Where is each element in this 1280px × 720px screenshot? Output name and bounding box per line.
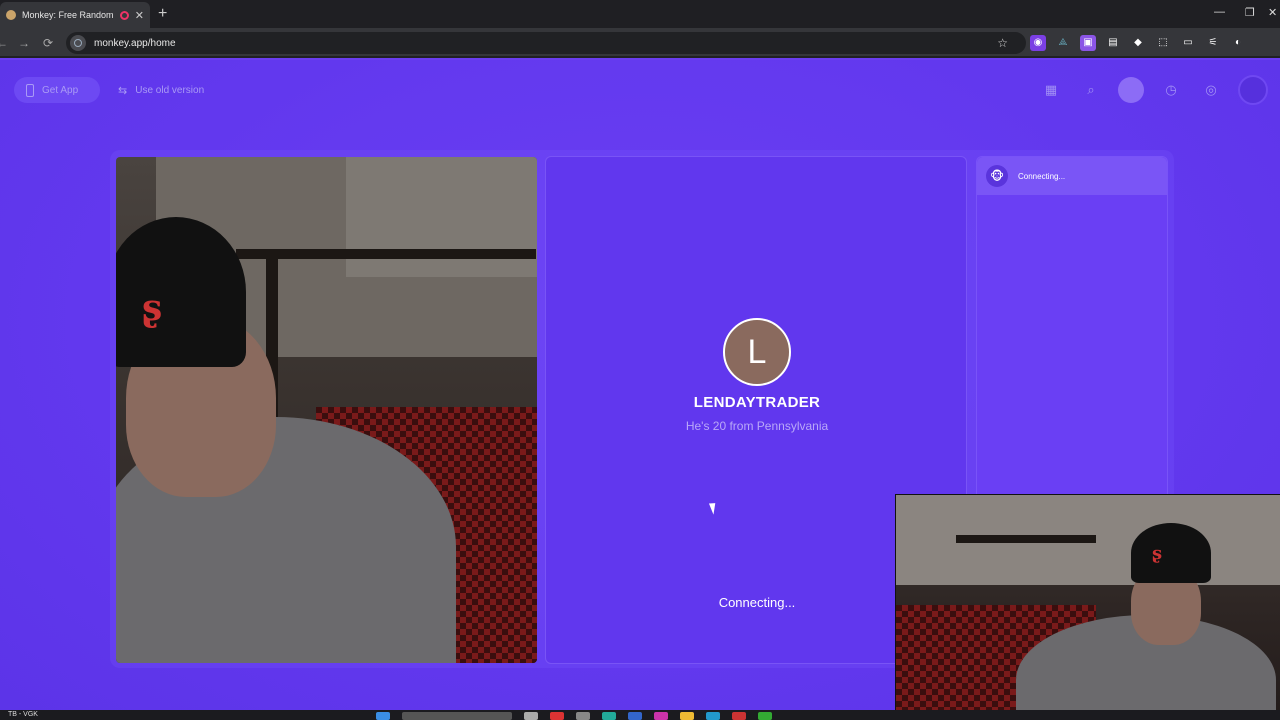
taskbar-search[interactable] — [402, 712, 512, 720]
new-tab-button[interactable]: + — [158, 5, 167, 23]
partner-avatar[interactable]: L — [723, 318, 791, 386]
monkey-favicon-icon — [6, 10, 16, 20]
monkey-icon: 🐵 — [986, 165, 1008, 187]
partner-info: He's 20 from Pennsylvania — [685, 419, 829, 433]
get-app-label: Get App — [42, 84, 79, 96]
app-icon[interactable] — [680, 712, 694, 720]
bookmark-star-icon[interactable]: ☆ — [997, 36, 1008, 50]
side-panel-icon[interactable]: ▭ — [1180, 35, 1196, 51]
top-nav-icons: ▦ ⌕ ◷ ◎ — [1038, 75, 1268, 105]
app-icon[interactable] — [758, 712, 772, 720]
recording-icon — [119, 10, 129, 20]
app-icon[interactable] — [576, 712, 590, 720]
minimize-button[interactable]: — — [1214, 6, 1225, 18]
close-window-button[interactable]: ✕ — [1268, 6, 1277, 19]
tab-close-icon[interactable]: ✕ — [135, 9, 144, 22]
address-bar[interactable]: monkey.app/home ☆ — [66, 32, 1026, 54]
os-taskbar: TB - VGK — [0, 710, 1280, 720]
app-icon[interactable] — [706, 712, 720, 720]
browser-toolbar: ← → ⟳ monkey.app/home ☆ ◉ ⟁ ▣ ▤ ◆ ⬚ ▭ ⚟ … — [0, 28, 1280, 58]
taskbar-icons — [376, 712, 772, 720]
url-text[interactable]: monkey.app/home — [94, 38, 176, 49]
site-info-icon[interactable] — [70, 35, 86, 51]
restore-button[interactable]: ❐ — [1245, 6, 1255, 19]
history-icon[interactable]: ◷ — [1158, 77, 1184, 103]
partner-username: LENDAYTRADER — [693, 394, 821, 411]
get-app-button[interactable]: Get App — [14, 77, 100, 103]
chat-header: 🐵 Connecting... — [977, 157, 1167, 195]
sf-logo-icon: ʂ — [1152, 543, 1163, 564]
browser-tab[interactable]: Monkey: Free Random Vide ✕ — [0, 2, 150, 28]
search-icon[interactable]: ⌕ — [1078, 77, 1104, 103]
sf-logo-icon: ʂ — [142, 287, 163, 329]
twitch-extension-icon[interactable]: ▣ — [1080, 35, 1096, 51]
extension-icon[interactable]: ▤ — [1105, 35, 1121, 51]
start-icon[interactable] — [376, 712, 390, 720]
taskbar-label: TB - VGK — [8, 711, 38, 718]
swap-icon: ⇆ — [118, 84, 128, 97]
app-icon[interactable] — [524, 712, 538, 720]
shop-icon[interactable]: ▦ — [1038, 77, 1064, 103]
app-icon[interactable] — [550, 712, 564, 720]
reload-button[interactable]: ⟳ — [43, 36, 53, 50]
profile-icon[interactable]: ◐ — [1230, 35, 1246, 51]
messages-icon[interactable]: ◎ — [1198, 77, 1224, 103]
app-icon[interactable] — [602, 712, 616, 720]
extension-icon[interactable]: ⟁ — [1055, 35, 1071, 51]
extension-icon[interactable]: ◆ — [1130, 35, 1146, 51]
app-icon[interactable] — [628, 712, 642, 720]
app-icon[interactable] — [732, 712, 746, 720]
chat-status: Connecting... — [1018, 171, 1066, 181]
use-old-version-label: Use old version — [135, 84, 205, 96]
app-icon[interactable] — [654, 712, 668, 720]
local-video: ʂ — [116, 157, 537, 663]
use-old-version-button[interactable]: ⇆ Use old version — [106, 77, 220, 103]
friend-avatar[interactable] — [1118, 77, 1144, 103]
my-profile-avatar[interactable] — [1238, 75, 1268, 105]
extensions-puzzle-icon[interactable]: ⬚ — [1155, 35, 1171, 51]
extensions-bar: ◉ ⟁ ▣ ▤ ◆ ⬚ ▭ ⚟ ◐ — [1030, 35, 1246, 51]
phone-icon — [26, 83, 34, 97]
browser-tabbar: Monkey: Free Random Vide ✕ + — ❐ ✕ — [0, 0, 1280, 28]
extension-icon[interactable]: ◉ — [1030, 35, 1046, 51]
forward-button[interactable]: → — [18, 36, 30, 50]
tab-title: Monkey: Free Random Vide — [22, 10, 114, 20]
back-button[interactable]: ← — [0, 36, 8, 50]
webcam-overlay: ʂ — [895, 494, 1280, 720]
downloads-icon[interactable]: ⚟ — [1205, 35, 1221, 51]
